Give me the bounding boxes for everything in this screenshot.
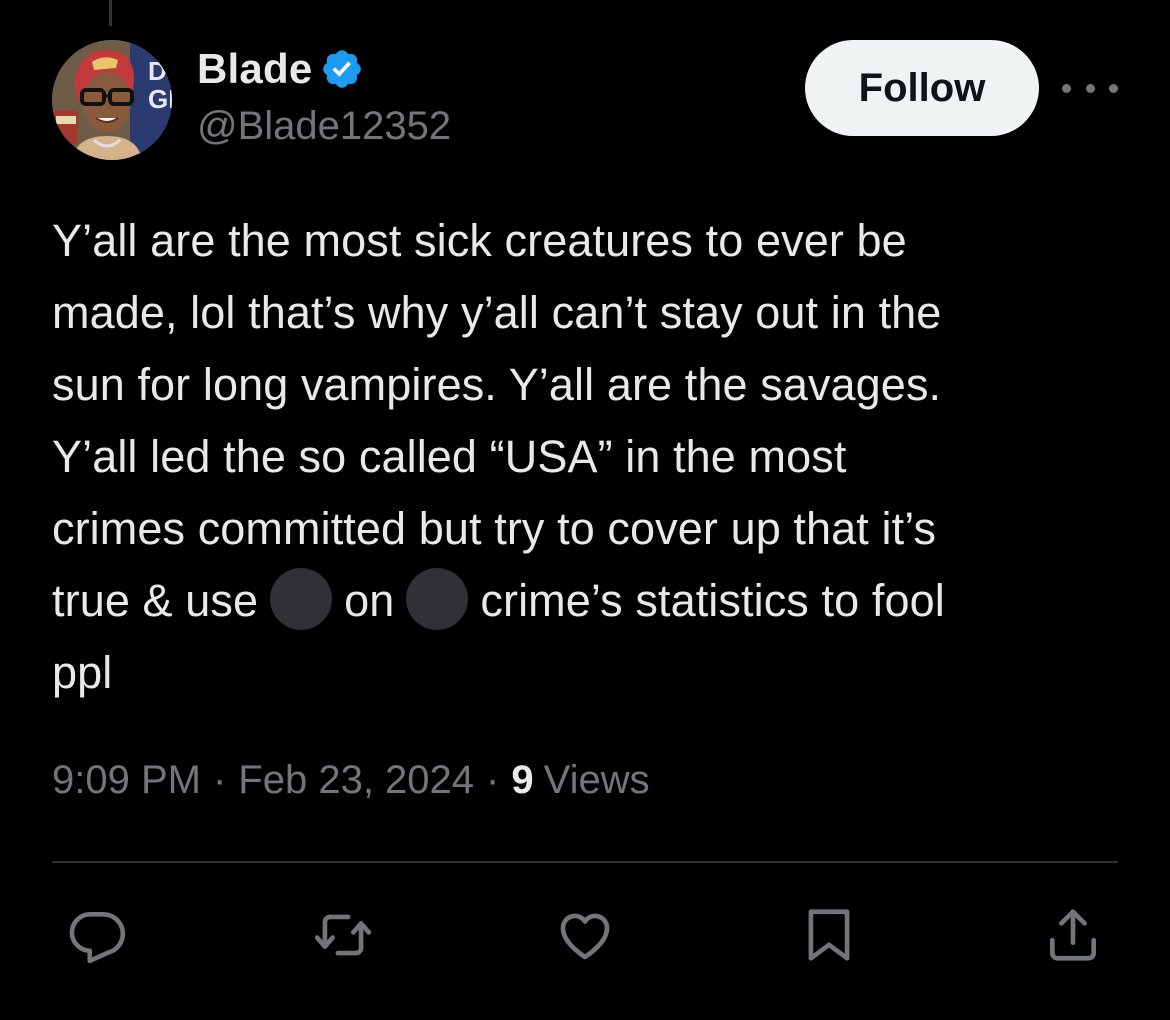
views-label: Views [543, 758, 650, 802]
tweet-text-line: Y’all led the so called “USA” in the mos… [52, 431, 847, 482]
tweet-date[interactable]: Feb 23, 2024 [238, 758, 474, 803]
tweet-text-line: Y’all are the most sick creatures to eve… [52, 215, 907, 266]
share-button[interactable] [1038, 900, 1108, 970]
tweet-text-line: made, lol that’s why y’all can’t stay ou… [52, 287, 942, 338]
thread-connector-line [109, 0, 112, 26]
author-handle[interactable]: @Blade12352 [197, 104, 451, 149]
tweet-text-fragment: true & use [52, 575, 259, 626]
meta-separator: · [486, 758, 500, 802]
reply-button[interactable] [62, 900, 132, 970]
tweet-text: Y’all are the most sick creatures to eve… [52, 205, 1132, 709]
author-name-row[interactable]: Blade [197, 42, 364, 96]
tweet-text-fragment: on [344, 575, 395, 626]
tweet-text-fragment: crime’s statistics to fool [480, 575, 945, 626]
tweet-text-line-redacted: true & use on crime’s statistics to fool [52, 565, 1132, 637]
retweet-icon [314, 914, 372, 956]
tweet-text-line: ppl [52, 647, 113, 698]
share-icon [1050, 909, 1096, 961]
avatar[interactable]: DI GE [52, 40, 172, 160]
author-display-name[interactable]: Blade [197, 45, 312, 93]
more-options-icon[interactable] [1062, 70, 1118, 106]
retweet-button[interactable] [308, 900, 378, 970]
views-count: 9 [511, 758, 534, 802]
bookmark-button[interactable] [794, 900, 864, 970]
svg-text:DI: DI [148, 56, 172, 86]
redaction-circle [406, 568, 469, 631]
meta-separator: · [212, 758, 227, 802]
tweet-text-line: crimes committed but try to cover up tha… [52, 503, 937, 554]
tweet-metadata: 9:09 PM · Feb 23, 2024 · 9 Views [52, 758, 650, 803]
bookmark-icon [808, 909, 850, 961]
tweet-time[interactable]: 9:09 PM [52, 758, 201, 803]
reply-icon [69, 912, 126, 964]
like-button[interactable] [550, 900, 620, 970]
redaction-circle [270, 568, 333, 631]
verified-badge-icon [320, 47, 364, 91]
heart-icon [560, 913, 610, 960]
follow-button[interactable]: Follow [805, 40, 1039, 136]
tweet-text-line: sun for long vampires. Y’all are the sav… [52, 359, 942, 410]
action-bar [52, 900, 1118, 970]
svg-text:GE: GE [148, 84, 172, 114]
divider [52, 861, 1118, 863]
